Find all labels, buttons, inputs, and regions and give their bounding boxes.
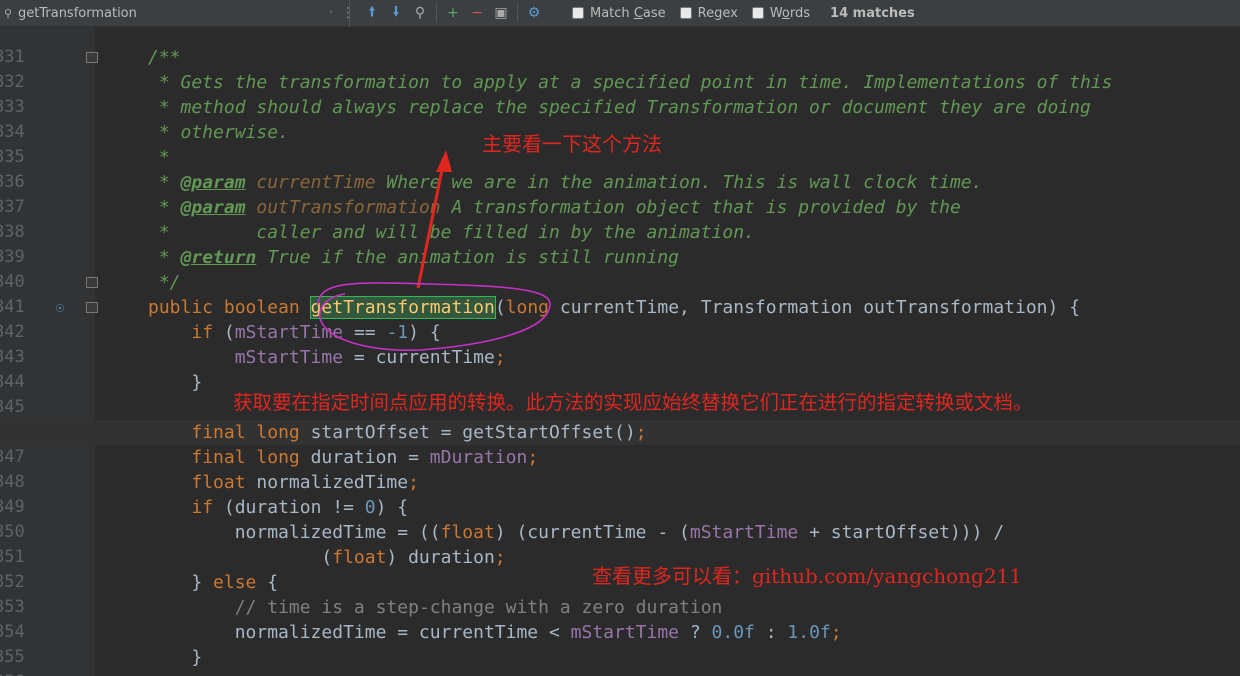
code-text: normalizedTime = currentTime < mStartTim… [148,622,842,643]
code-text: * method should always replace the speci… [148,97,1091,118]
code-text: (float) duration; [148,547,506,568]
code-text: float normalizedTime; [191,472,419,493]
match-case-checkbox[interactable]: Match Case [572,6,666,21]
code-text: * @return True if the animation is still… [148,247,680,268]
annotation-bottom: 查看更多可以看：github.com/yangchong211 [592,564,1022,588]
code-line[interactable]: 849 float normalizedTime; [0,470,1240,517]
match-count: 14 matches [830,5,915,21]
code-text: * Gets the transformation to apply at a … [148,72,1113,93]
code-text: * @param outTransformation A transformat… [148,197,961,218]
code-line[interactable]: 832 /** [0,45,1240,92]
code-line[interactable]: 840 * @return True if the animation is s… [0,245,1240,292]
code-line[interactable]: 856 } [0,645,1240,676]
code-text: normalizedTime = ((float) (currentTime -… [148,522,1005,543]
fold-collapse-icon[interactable] [86,277,98,288]
code-text: } else { [148,572,279,593]
line-number: 856 [0,670,34,676]
annotation-middle: 获取要在指定时间点应用的转换。此方法的实现应始终替换它们正在进行的指定转换或文档… [233,391,1033,414]
words-label: Words [769,5,811,21]
code-line-current[interactable]: 847 final long startOffset = getStartOff… [0,420,1240,467]
words-check[interactable] [751,7,764,19]
code-line[interactable]: 844 mStartTime = currentTime; [0,345,1240,392]
code-text: mStartTime = currentTime; [234,347,506,368]
regex-check[interactable] [679,7,692,19]
code-line[interactable]: 833 * Gets the transformation to apply a… [0,70,1240,117]
code-text: final long startOffset = getStartOffset(… [191,422,647,443]
code-text: if (mStartTime == -1) { [191,322,441,343]
code-line[interactable]: 838 * @param outTransformation A transfo… [0,195,1240,242]
code-line[interactable]: 837 * @param currentTime Where we are in… [0,170,1240,217]
code-text: final long duration = mDuration; [191,447,539,468]
code-line[interactable]: 848 final long duration = mDuration; [0,445,1240,492]
fold-collapse-icon[interactable] [86,52,98,63]
code-line[interactable]: 831 [0,20,1240,67]
code-line[interactable]: 842 ☉ public boolean getTransformation(l… [0,295,1240,342]
code-line[interactable]: 843 if (mStartTime == -1) { [0,320,1240,367]
words-checkbox[interactable]: Words [751,5,811,21]
code-text: public boolean getTransformation(long cu… [148,296,1081,319]
code-text: * otherwise. [148,122,289,143]
code-line[interactable]: 839 * caller and will be filled in by th… [0,220,1240,267]
code-text: } [148,647,203,668]
code-text: */ [148,272,181,293]
code-text: /** [148,47,181,68]
match-case-label: Match Case [590,5,666,21]
regex-checkbox[interactable]: Regex [679,5,738,21]
match-case-check[interactable] [572,7,584,19]
code-text: * @param currentTime Where we are in the… [148,172,983,193]
annotation-top: 主要看一下这个方法 [482,132,662,156]
code-text: if (duration != 0) { [191,497,409,518]
code-line[interactable]: 841 */ [0,270,1240,317]
code-line[interactable]: 834 * method should always replace the s… [0,95,1240,142]
code-text: // time is a step-change with a zero dur… [234,597,723,618]
search-match-highlight: getTransformation [309,296,496,319]
code-text: * [148,147,170,168]
fold-collapse-icon[interactable] [86,302,98,313]
clear-icon[interactable]: ‧ [321,5,341,21]
search-icon: ⚲ [4,6,13,20]
code-text: } [148,372,203,393]
regex-label: Regex [697,5,738,21]
code-line[interactable]: 854 // time is a step-change with a zero… [0,595,1240,642]
code-line[interactable]: 855 normalizedTime = currentTime < mStar… [0,620,1240,667]
code-text: * caller and will be filled in by the an… [148,222,755,243]
override-method-icon[interactable]: ☉ [56,299,74,317]
search-menu-icon[interactable]: ⋮ [341,5,355,21]
code-line[interactable]: 850 if (duration != 0) { [0,495,1240,542]
code-line[interactable]: 851 normalizedTime = ((float) (currentTi… [0,520,1240,567]
